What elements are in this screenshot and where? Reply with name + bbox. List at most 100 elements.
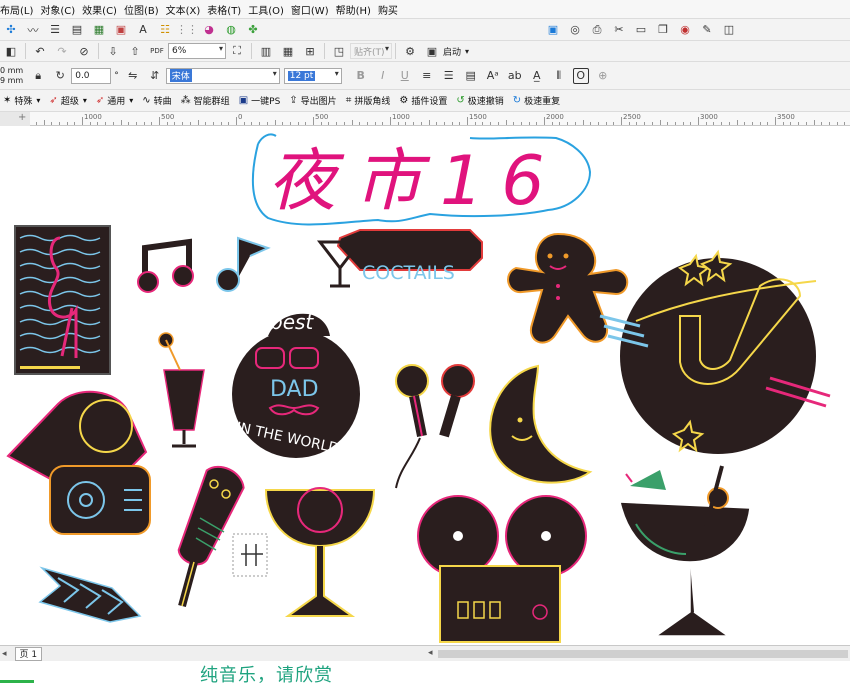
nodes-icon[interactable]: ✣ [3,22,19,38]
rotation-input[interactable]: 0.0 [71,67,112,84]
horizontal-text-icon[interactable]: A̲ [529,68,545,84]
copy-icon[interactable]: ❐ [655,22,671,38]
scroll-left-icon[interactable]: ◂ [428,648,433,658]
page-prev-icon[interactable]: ◂ [2,649,7,659]
menu-window[interactable]: 窗口(W) [291,2,336,17]
cocktail-with-umbrella[interactable] [619,465,751,637]
menu-help[interactable]: 帮助(H) [336,2,378,17]
export-icon[interactable]: ⇧ [127,43,143,59]
font-size-select[interactable]: 12 pt ▾ [283,67,342,84]
globe-icon[interactable]: ◍ [223,22,239,38]
columns-icon[interactable]: ▤ [463,68,479,84]
vertical-text-icon[interactable]: ⫴ [551,68,567,84]
plugin-item-5[interactable]: ▣ 一键PS [239,94,281,107]
menu-table[interactable]: 表格(T) [207,2,248,17]
chevron-arrows[interactable] [38,566,142,623]
menu-object[interactable]: 对象(C) [40,2,82,17]
plugin-item-2[interactable]: ➶ 通用 ▾ [96,94,133,107]
music-note-double[interactable] [137,238,194,293]
window-split-icon[interactable]: ◫ [721,22,737,38]
chevron-down-icon[interactable]: ▾ [129,96,133,105]
guidelines-icon[interactable]: ⊞ [302,43,318,59]
import-icon[interactable]: ⇩ [105,43,121,59]
martini-glass[interactable] [264,487,376,617]
bullets-icon[interactable]: ☰ [441,68,457,84]
lock-ratio-icon[interactable]: 🔒︎ [30,68,46,84]
selected-object-handles[interactable] [232,533,268,577]
launch-icon[interactable]: ▣ [424,43,440,59]
saxophone-badge[interactable] [599,249,831,454]
rotate-icon[interactable]: ↻ [52,68,68,84]
distribute-icon[interactable]: ▤ [69,22,85,38]
layers-icon[interactable]: ◧ [3,43,19,59]
drawing-canvas[interactable]: 夜市16 COCTAILS best DAD IN THE WORLD [0,126,850,645]
horizontal-ruler[interactable]: 1500100050005001000150020002500300035004… [0,112,850,126]
edit-text-icon[interactable]: ab [507,68,523,84]
add-icon[interactable]: ⊕ [595,68,611,84]
cancel-icon[interactable]: ⊘ [76,43,92,59]
pdf-icon[interactable]: PDF [149,43,165,59]
cocktail-glass-tall[interactable] [158,332,205,448]
height-field[interactable]: 9 mm [0,76,23,86]
plugin-item-0[interactable]: ✶ 特殊 ▾ [3,94,40,107]
mirror-vertical-icon[interactable]: ⇵ [147,68,163,84]
align-text-icon[interactable]: ≡ [419,68,435,84]
horizontal-scrollbar[interactable] [438,650,848,658]
menu-text[interactable]: 文本(X) [166,2,208,17]
target-icon[interactable]: ◉ [677,22,693,38]
redo-icon[interactable]: ↷ [54,43,70,59]
undo-icon[interactable]: ↶ [32,43,48,59]
chevron-down-icon[interactable]: ▾ [36,96,40,105]
stamp-icon[interactable]: ◎ [567,22,583,38]
align-icon[interactable]: ☰ [47,22,63,38]
symbol-icon[interactable]: O [572,67,589,84]
chevron-down-icon[interactable]: ▾ [83,96,87,105]
fullscreen-icon[interactable]: ⛶ [229,43,245,59]
menu-effects[interactable]: 效果(C) [82,2,124,17]
plugin-item-10[interactable]: ↻ 极速重复 [513,94,560,107]
plugin-item-7[interactable]: ⌗ 拼版角线 [346,94,391,107]
snap-select[interactable]: 贴齐(T) ▾ [350,43,392,59]
bold-icon[interactable]: B [353,68,369,84]
crescent-moon[interactable] [489,364,593,484]
color-wheel-icon[interactable]: ◕ [201,22,217,38]
table-icon[interactable]: ▦ [91,22,107,38]
page-tab[interactable]: 页 1 [14,646,43,661]
pen-icon[interactable]: ✎ [699,22,715,38]
add-tab-icon[interactable]: + [18,112,26,123]
app-badge-icon[interactable]: ▣ [545,22,561,38]
plugin-item-6[interactable]: ⇪ 导出图片 [289,94,336,107]
reel-to-reel-recorder[interactable] [417,495,587,643]
menu-layout[interactable]: 布局(L) [0,2,40,17]
film-projector[interactable] [6,390,151,535]
best-dad-badge[interactable]: best DAD IN THE WORLD [232,310,360,458]
microphones[interactable] [395,364,475,489]
options-gear-icon[interactable]: ⚙ [402,43,418,59]
italic-icon[interactable]: I [375,68,391,84]
grid-dots-icon[interactable]: ⋮⋮ [176,22,198,38]
grid-icon[interactable]: ▦ [280,43,296,59]
plugin-item-1[interactable]: ➶ 超级 ▾ [49,94,86,107]
scissors-icon[interactable]: ✂ [611,22,627,38]
font-family-select[interactable]: 宋体 ▾ [165,67,280,84]
flamingo-card[interactable] [14,225,111,375]
plugin-item-3[interactable]: ∿ 转曲 [142,94,171,107]
menu-bitmap[interactable]: 位图(B) [124,2,166,17]
popsicle[interactable] [176,462,247,608]
underline-icon[interactable]: U [397,68,413,84]
plugin-item-8[interactable]: ⚙ 插件设置 [399,94,447,107]
launch-label[interactable]: 启动 [443,45,461,58]
curve-tool-icon[interactable]: 〰 [25,22,41,38]
text-icon[interactable]: A [135,22,151,38]
image-icon[interactable]: ▣ [113,22,129,38]
mirror-horizontal-icon[interactable]: ⇋ [125,68,141,84]
puzzle-icon[interactable]: ✤ [245,22,261,38]
music-note-single[interactable] [216,236,271,292]
snap-icon[interactable]: ◳ [331,43,347,59]
menu-buy[interactable]: 购买 [378,2,405,17]
zoom-select[interactable]: 6% ▾ [168,43,226,59]
ruler-tool-icon[interactable]: ▭ [633,22,649,38]
launch-dropdown-icon[interactable]: ▾ [465,47,469,56]
rulers-icon[interactable]: ▥ [258,43,274,59]
list-icon[interactable]: ☷ [157,22,173,38]
